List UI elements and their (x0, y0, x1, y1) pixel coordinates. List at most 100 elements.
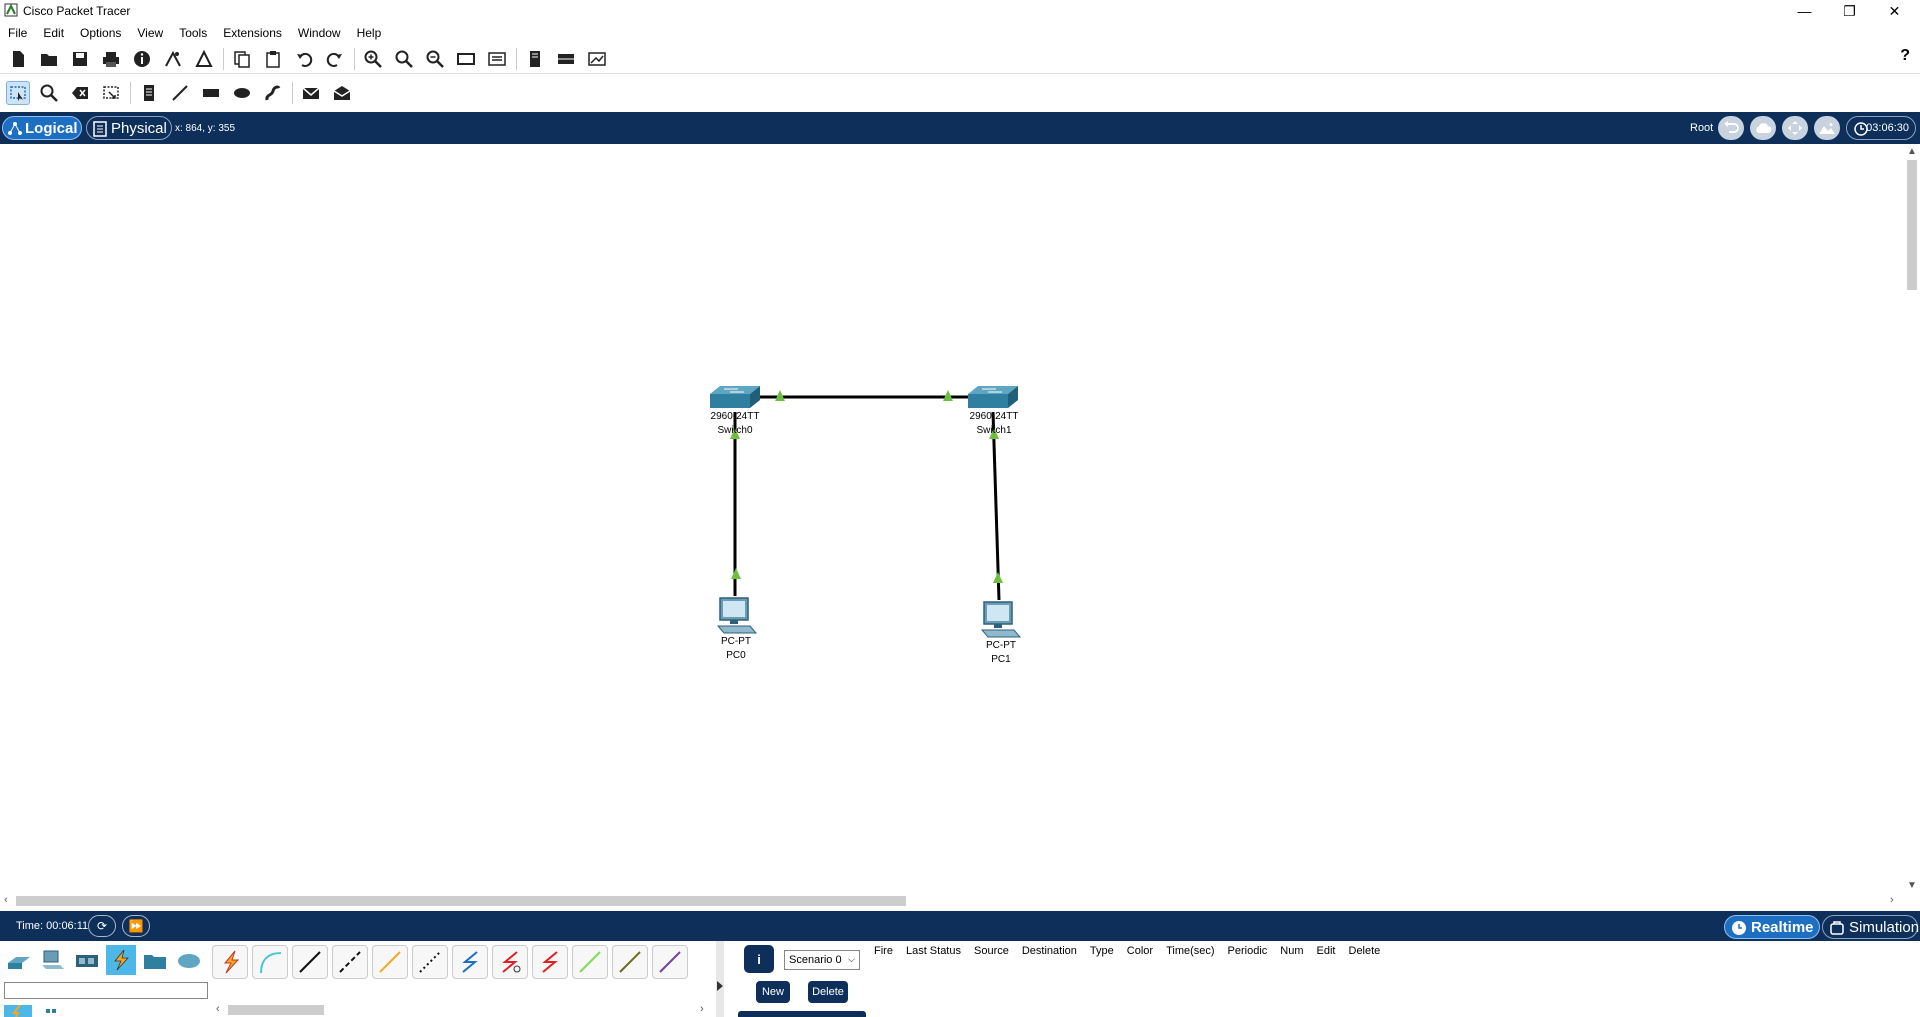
help-button[interactable]: ? (1900, 47, 1910, 65)
delete-scenario-button[interactable]: Delete (808, 981, 848, 1003)
menu-tools[interactable]: Tools (179, 26, 207, 40)
scenario-info-button[interactable]: i (744, 945, 774, 973)
scenario-dropdown[interactable]: Scenario 0 ⌵ (784, 950, 860, 970)
network-devices-icon[interactable] (4, 945, 34, 975)
miscellaneous-icon[interactable] (140, 945, 170, 975)
paste-icon[interactable] (261, 47, 285, 71)
resize-icon[interactable] (99, 81, 123, 105)
drawing-palette-icon[interactable] (454, 47, 478, 71)
copper-cross-cable-icon[interactable] (332, 945, 368, 979)
menu-edit[interactable]: Edit (43, 26, 64, 40)
line-icon[interactable] (168, 81, 192, 105)
realtime-mode-button[interactable]: Realtime (1724, 915, 1820, 939)
panel-divider[interactable] (716, 941, 724, 1017)
zoom-out-icon[interactable] (423, 47, 447, 71)
octal-cable-icon[interactable] (572, 945, 608, 979)
menu-file[interactable]: File (8, 26, 27, 40)
cable-scroll-left-icon[interactable]: ‹ (216, 1003, 220, 1015)
coaxial-cable-icon[interactable] (452, 945, 488, 979)
menu-extensions[interactable]: Extensions (223, 26, 282, 40)
menu-options[interactable]: Options (80, 26, 121, 40)
cable-scrollbar[interactable]: ‹ › (212, 1003, 712, 1017)
simple-pdu-icon[interactable] (299, 81, 323, 105)
fast-forward-icon[interactable]: ⏩ (122, 915, 150, 937)
phone-cable-icon[interactable] (412, 945, 448, 979)
print-icon[interactable] (99, 47, 123, 71)
simulation-mode-button[interactable]: Simulation (1822, 915, 1919, 939)
copy-icon[interactable] (230, 47, 254, 71)
cable-scroll-thumb[interactable] (228, 1005, 324, 1015)
complex-pdu-icon[interactable] (330, 81, 354, 105)
custom-devices-icon[interactable] (485, 47, 509, 71)
undo-icon[interactable] (292, 47, 316, 71)
serial-dte-cable-icon[interactable] (532, 945, 568, 979)
minimize-button[interactable]: — (1782, 0, 1827, 22)
scroll-right-icon[interactable]: › (1890, 894, 1894, 906)
serial-dce-cable-icon[interactable] (492, 945, 528, 979)
note-icon[interactable] (137, 81, 161, 105)
viewport-clock[interactable]: 03:06:30 (1846, 116, 1916, 140)
move-icon[interactable] (1782, 116, 1808, 140)
connections-subcategory-icon[interactable] (4, 1005, 32, 1017)
end-devices-icon[interactable] (38, 945, 68, 975)
open-icon[interactable] (37, 47, 61, 71)
multiuser-connection-icon[interactable] (174, 945, 204, 975)
menu-view[interactable]: View (137, 26, 163, 40)
horizontal-scrollbar[interactable]: ‹ › (0, 893, 1904, 909)
fiber-cable-icon[interactable] (372, 945, 408, 979)
device-search-input[interactable] (4, 982, 208, 999)
grid-subcategory-icon[interactable] (44, 1005, 72, 1017)
connections-icon[interactable] (106, 945, 136, 975)
save-icon[interactable] (68, 47, 92, 71)
select-icon[interactable] (6, 81, 30, 105)
info-icon[interactable] (130, 47, 154, 71)
tab-physical[interactable]: Physical (86, 116, 172, 140)
ellipse-icon[interactable] (230, 81, 254, 105)
power-cycle-icon[interactable]: ⟳ (88, 915, 116, 937)
redo-icon[interactable] (323, 47, 347, 71)
pc-icon[interactable] (714, 596, 758, 636)
vertical-scroll-thumb[interactable] (1907, 160, 1917, 290)
rectangle-icon[interactable] (199, 81, 223, 105)
close-button[interactable]: ✕ (1872, 0, 1917, 22)
menu-window[interactable]: Window (298, 26, 341, 40)
collapse-arrow-icon[interactable] (717, 981, 723, 991)
network-wizard-icon[interactable] (161, 47, 185, 71)
zoom-reset-icon[interactable] (392, 47, 416, 71)
automatic-cable-icon[interactable] (212, 945, 248, 979)
cable-scroll-right-icon[interactable]: › (700, 1003, 704, 1015)
new-file-icon[interactable] (6, 47, 30, 71)
console-cable-icon[interactable] (252, 945, 288, 979)
activity-wizard-icon[interactable] (192, 47, 216, 71)
new-scenario-button[interactable]: New (756, 981, 790, 1003)
horizontal-scroll-thumb[interactable] (16, 896, 906, 906)
menu-help[interactable]: Help (357, 26, 382, 40)
viewport-icon[interactable] (554, 47, 578, 71)
inspect-icon[interactable] (37, 81, 61, 105)
vertical-scrollbar[interactable]: ▲ ▼ (1904, 144, 1920, 896)
scroll-left-icon[interactable]: ‹ (4, 894, 8, 906)
switch-icon[interactable] (708, 384, 762, 412)
cursor-coordinates: x: 864, y: 355 (175, 123, 236, 134)
cluster-icon[interactable] (523, 47, 547, 71)
link-switch1-pc1[interactable] (991, 411, 1001, 601)
scroll-down-icon[interactable]: ▼ (1907, 880, 1917, 891)
back-icon[interactable] (1718, 116, 1744, 140)
restore-button[interactable]: ❐ (1827, 0, 1872, 22)
iot-custom-cable-icon[interactable] (612, 945, 648, 979)
toggle-pdu-list-button[interactable] (738, 1011, 866, 1017)
delete-icon[interactable] (68, 81, 92, 105)
background-image-icon[interactable] (1814, 116, 1840, 140)
pc-icon[interactable] (978, 600, 1022, 640)
cluster-cloud-icon[interactable] (1750, 116, 1776, 140)
copper-straight-cable-icon[interactable] (292, 945, 328, 979)
components-icon[interactable] (72, 945, 102, 975)
logical-workspace[interactable]: 2960-24TT Switch0 2960-24TT Switch1 PC-P… (0, 144, 1904, 896)
zoom-in-icon[interactable] (361, 47, 385, 71)
usb-cable-icon[interactable] (652, 945, 688, 979)
screenshot-icon[interactable] (585, 47, 609, 71)
switch-icon[interactable] (966, 384, 1020, 412)
tab-logical[interactable]: Logical (2, 116, 82, 140)
freeform-icon[interactable] (261, 81, 285, 105)
scroll-up-icon[interactable]: ▲ (1907, 146, 1917, 157)
